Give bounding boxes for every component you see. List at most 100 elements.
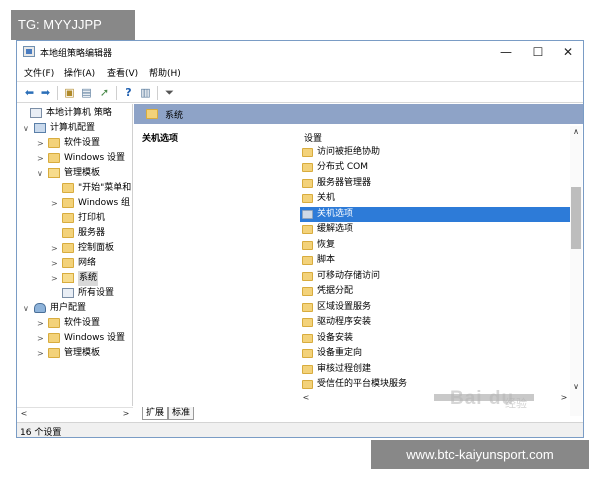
expand-arrow-icon[interactable]: ∨ — [23, 301, 33, 316]
scroll-up-icon[interactable]: ∧ — [570, 126, 582, 138]
settings-column-header[interactable]: 设置 — [304, 131, 322, 144]
show-hide-tree-icon[interactable]: ▤ — [79, 85, 94, 100]
expand-arrow-icon[interactable]: > — [37, 136, 47, 151]
folder-icon — [302, 318, 313, 327]
list-item[interactable]: 受信任的平台模块服务 — [300, 377, 570, 392]
folder-icon — [302, 179, 313, 188]
back-arrow-icon[interactable]: ⬅ — [22, 85, 37, 100]
tree-item-label: 管理模板 — [64, 348, 101, 358]
up-folder-icon[interactable]: ▣ — [62, 85, 77, 100]
tree-item-label: 所有设置 — [78, 288, 115, 298]
list-item[interactable]: 分布式 COM — [300, 160, 570, 175]
list-item[interactable]: 访问被拒绝协助 — [300, 145, 570, 160]
tree-item-label: 管理模板 — [64, 168, 101, 178]
menu-action[interactable]: 操作(A) — [64, 66, 95, 79]
expand-arrow-icon[interactable]: > — [51, 241, 61, 256]
tree-item-label: "开始"菜单和 — [78, 183, 132, 193]
policy-icon — [62, 288, 74, 298]
list-item[interactable]: 设备重定向 — [300, 346, 570, 361]
folder-icon — [302, 272, 313, 281]
list-item-label: 关机 — [317, 193, 336, 203]
folder-icon — [302, 241, 313, 250]
menu-view[interactable]: 查看(V) — [107, 66, 138, 79]
tab-extended[interactable]: 扩展 — [142, 407, 169, 420]
list-item[interactable]: 恢复 — [300, 238, 570, 253]
export-list-icon[interactable]: ➚ — [97, 85, 112, 100]
menu-help[interactable]: 帮助(H) — [149, 66, 181, 79]
list-item[interactable]: 服务器管理器 — [300, 176, 570, 191]
folder-icon — [62, 213, 74, 223]
folder-icon — [62, 258, 74, 268]
scroll-right-icon[interactable]: > — [120, 408, 132, 420]
section-header: 系统 — [134, 104, 583, 124]
folder-open-icon — [48, 168, 60, 178]
folder-icon — [302, 365, 313, 374]
expand-arrow-icon[interactable]: > — [37, 331, 47, 346]
folder-icon — [48, 333, 60, 343]
list-item[interactable]: 驱动程序安装 — [300, 315, 570, 330]
description-title: 关机选项 — [142, 134, 179, 144]
folder-icon — [48, 153, 60, 163]
expand-arrow-icon[interactable]: > — [37, 316, 47, 331]
minimize-button[interactable]: — — [491, 43, 521, 61]
folder-icon — [62, 183, 74, 193]
tree-item-label: Windows 设置 — [64, 333, 126, 343]
list-item[interactable]: 缓解选项 — [300, 222, 570, 237]
expand-arrow-icon[interactable]: > — [51, 196, 61, 211]
tree-item-label: 软件设置 — [64, 318, 101, 328]
expand-arrow-icon[interactable]: > — [51, 256, 61, 271]
list-item[interactable]: 凭据分配 — [300, 284, 570, 299]
tree-item-label: 控制面板 — [78, 243, 115, 253]
window-title: 本地组策略编辑器 — [40, 49, 113, 59]
menu-file[interactable]: 文件(F) — [24, 66, 54, 79]
tree-item-label: 软件设置 — [64, 138, 101, 148]
list-item-label: 设备安装 — [317, 333, 354, 343]
expand-arrow-icon[interactable]: > — [37, 151, 47, 166]
navigation-tree: 本地计算机 策略 ∨ 计算机配置 > 软件设置 > Windows 设置 ∨ 管… — [17, 104, 133, 406]
computer-icon — [34, 123, 46, 133]
folder-icon — [302, 287, 313, 296]
list-item[interactable]: 设备安装 — [300, 331, 570, 346]
folder-icon — [302, 148, 313, 157]
list-item[interactable]: 审核过程创建 — [300, 362, 570, 377]
list-item[interactable]: 区域设置服务 — [300, 300, 570, 315]
list-item[interactable]: 可移动存储访问 — [300, 269, 570, 284]
folder-icon — [302, 163, 313, 172]
toolbar-separator — [116, 86, 117, 100]
expand-arrow-icon[interactable]: ∨ — [37, 166, 47, 181]
tree-item-label: 本地计算机 策略 — [46, 108, 112, 118]
list-item-selected[interactable]: 关机选项 — [300, 207, 570, 222]
list-item-label: 设备重定向 — [317, 348, 363, 358]
folder-icon — [48, 138, 60, 148]
tree-item-label: 系统 — [78, 271, 99, 286]
filter-icon[interactable]: ⏷ — [162, 85, 177, 100]
close-button[interactable]: ✕ — [553, 43, 583, 61]
tg-watermark-badge: TG: MYYJJPP — [11, 10, 135, 40]
scroll-thumb[interactable] — [571, 187, 581, 249]
expand-arrow-icon[interactable]: > — [37, 346, 47, 361]
folder-icon — [302, 303, 313, 312]
policy-icon — [30, 108, 42, 118]
list-item-label: 服务器管理器 — [317, 178, 372, 188]
expand-arrow-icon[interactable]: > — [51, 271, 61, 286]
folder-icon — [48, 348, 60, 358]
user-icon — [34, 303, 46, 313]
tree-item-label: 打印机 — [78, 213, 106, 223]
title-bar: 本地组策略编辑器 — ☐ ✕ — [17, 41, 583, 63]
expand-arrow-icon[interactable]: ∨ — [23, 121, 33, 136]
scroll-right-icon[interactable]: > — [558, 392, 570, 404]
help-icon[interactable]: ? — [121, 85, 136, 100]
properties-icon[interactable]: ▥ — [138, 85, 153, 100]
forward-arrow-icon[interactable]: ➡ — [38, 85, 53, 100]
maximize-button[interactable]: ☐ — [523, 43, 553, 61]
scroll-left-icon[interactable]: < — [18, 408, 30, 420]
list-item[interactable]: 脚本 — [300, 253, 570, 268]
tab-standard[interactable]: 标准 — [168, 407, 195, 420]
toolbar-separator — [57, 86, 58, 100]
tree-horizontal-scrollbar[interactable]: < > — [17, 407, 133, 420]
list-item[interactable]: 关机 — [300, 191, 570, 206]
list-vertical-scrollbar[interactable]: ∧ ∨ — [570, 126, 582, 416]
menu-bar: 文件(F) 操作(A) 查看(V) 帮助(H) — [17, 63, 583, 80]
scroll-left-icon[interactable]: < — [300, 392, 312, 404]
tree-item-label: Windows 组 — [78, 198, 131, 208]
